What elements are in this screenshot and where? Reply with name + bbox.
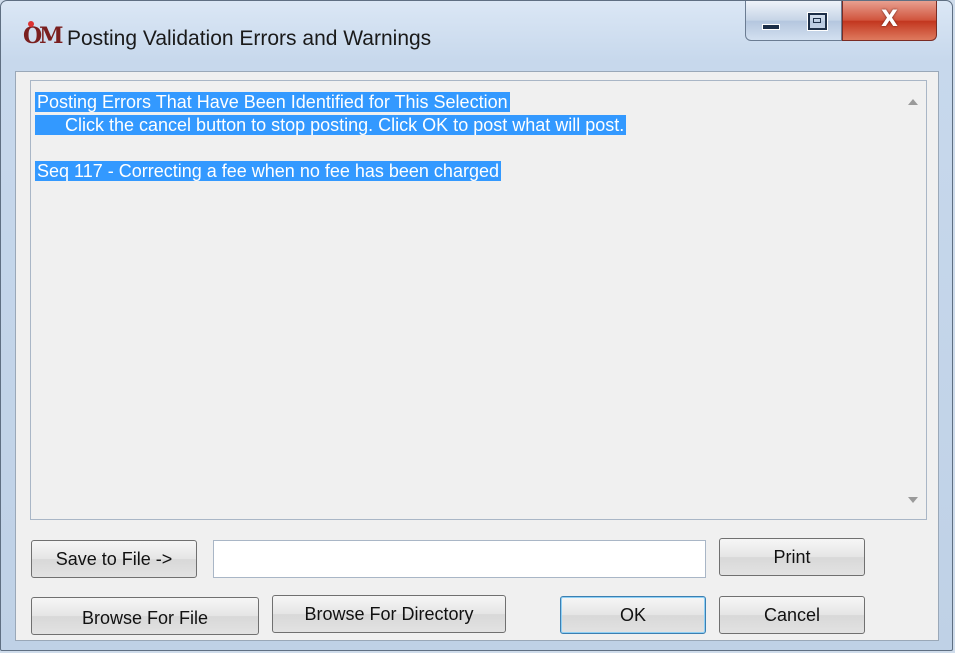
dialog-window: OM Posting Validation Errors and Warning… <box>0 0 953 651</box>
scroll-down-arrow-icon[interactable] <box>908 497 918 503</box>
save-to-file-button[interactable]: Save to File -> <box>31 540 197 578</box>
close-button[interactable]: X <box>842 1 937 41</box>
message-line: Click the cancel button to stop posting.… <box>35 115 627 135</box>
maximize-button[interactable] <box>793 1 842 41</box>
close-icon: X <box>881 7 898 32</box>
dialog-client-area: Posting Errors That Have Been Identified… <box>15 71 939 641</box>
vertical-scrollbar[interactable] <box>900 81 926 519</box>
window-title: Posting Validation Errors and Warnings <box>67 27 432 50</box>
minimize-button[interactable] <box>745 1 794 41</box>
browse-for-directory-button[interactable]: Browse For Directory <box>272 595 506 633</box>
message-line: Seq 117 - Correcting a fee when no fee h… <box>35 161 501 181</box>
file-path-input[interactable] <box>213 540 706 578</box>
scroll-up-arrow-icon[interactable] <box>908 99 918 105</box>
cancel-button[interactable]: Cancel <box>719 596 865 634</box>
print-button[interactable]: Print <box>719 538 865 576</box>
ok-button[interactable]: OK <box>560 596 706 634</box>
messages-textbox[interactable]: Posting Errors That Have Been Identified… <box>30 80 927 520</box>
minimize-icon <box>762 24 780 30</box>
browse-for-file-button[interactable]: Browse For File <box>31 597 259 635</box>
message-line: Posting Errors That Have Been Identified… <box>35 92 510 112</box>
app-logo-icon: OM <box>23 21 63 49</box>
title-bar[interactable]: OM Posting Validation Errors and Warning… <box>1 1 952 73</box>
messages-content: Posting Errors That Have Been Identified… <box>35 91 895 183</box>
maximize-icon <box>808 13 827 30</box>
